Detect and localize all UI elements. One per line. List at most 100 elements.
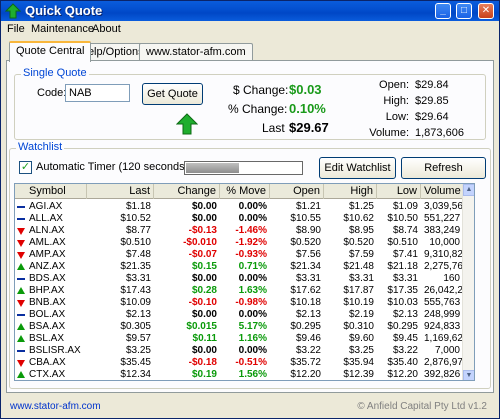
volume-value: 1,873,606 <box>415 127 464 139</box>
code-input[interactable] <box>65 84 130 102</box>
cell-volume: 10,000 <box>429 237 460 248</box>
cell-change: $0.00 <box>191 201 217 212</box>
cell-symbol: BSLISR.AX <box>29 345 81 356</box>
cell-move: 1.56% <box>238 369 267 380</box>
watchlist-table[interactable]: Symbol Last Change% Move Open High Low Volume … <box>14 183 475 381</box>
open-value: $29.84 <box>415 79 449 91</box>
up-arrow-icon <box>176 113 198 135</box>
column-header-high[interactable]: High <box>324 184 377 199</box>
cell-symbol: BDS.AX <box>29 273 66 284</box>
automatic-timer-checkbox[interactable]: ✓ <box>19 161 32 174</box>
table-row[interactable]: CBA.AX $35.45 -$0.18 -0.51% $35.72 $35.94 $35.… <box>15 357 463 369</box>
cell-low: $1.09 <box>392 201 418 212</box>
table-row[interactable]: BOL.AX $2.13 $0.00 0.00% $2.13 $2.19 $2.13 248,… <box>15 309 463 321</box>
cell-last: $9.57 <box>125 333 151 344</box>
title-bar[interactable]: Quick Quote _ □ ✕ <box>1 1 499 21</box>
table-row[interactable]: AGI.AX $1.18 $0.00 0.00% $1.21 $1.25 $1.09 3,03… <box>15 201 463 213</box>
green-up-arrow-icon <box>5 3 21 19</box>
cell-volume: 7,000 <box>434 345 460 356</box>
cell-change: -$0.10 <box>188 297 217 308</box>
minimize-button[interactable]: _ <box>435 3 451 19</box>
cell-last: $10.52 <box>120 213 151 224</box>
vertical-scrollbar[interactable]: ▲ ▼ <box>462 184 474 380</box>
table-row[interactable]: ALN.AX $8.77 -$0.13 -1.46% $8.90 $8.95 $8.74 38… <box>15 225 463 237</box>
menu-maintenance[interactable]: Maintenance <box>31 23 94 35</box>
cell-open: $3.22 <box>295 345 321 356</box>
table-row[interactable]: ALL.AX $10.52 $0.00 0.00% $10.55 $10.62 $10.50… <box>15 213 463 225</box>
cell-volume: 392,826 <box>424 369 461 380</box>
column-header-symbol[interactable]: Symbol <box>15 184 87 199</box>
get-quote-button[interactable]: Get Quote <box>142 83 203 105</box>
cell-open: $10.18 <box>290 297 321 308</box>
dollar-change-label: $ Change: <box>233 83 289 97</box>
single-quote-group: Single Quote Code: Get Quote $ Change: $… <box>14 67 486 140</box>
cell-last: $35.45 <box>120 357 151 368</box>
high-label: High: <box>383 95 409 107</box>
cell-move: -1.46% <box>235 225 267 236</box>
table-row[interactable]: CTX.AX $12.34 $0.19 1.56% $12.20 $12.39 $12.20… <box>15 369 463 380</box>
cell-change: -$0.010 <box>183 237 217 248</box>
tab-quote-central[interactable]: Quote Central <box>9 41 92 62</box>
tab-website[interactable]: www.stator-afm.com <box>139 43 253 61</box>
cell-volume: 3,039,564 <box>424 201 463 212</box>
table-row[interactable]: BDS.AX $3.31 $0.00 0.00% $3.31 $3.31 $3.31 160 <box>15 273 463 285</box>
edit-watchlist-button[interactable]: Edit Watchlist <box>319 157 396 179</box>
last-value: $29.67 <box>289 120 329 135</box>
column-header-move[interactable]: % Move <box>220 184 270 199</box>
column-header-open[interactable]: Open <box>270 184 324 199</box>
column-header-volume[interactable]: Volume <box>421 184 463 199</box>
cell-low: $2.13 <box>392 309 418 320</box>
website-link[interactable]: www.stator-afm.com <box>10 401 101 412</box>
timer-progress-bar <box>184 161 303 175</box>
column-header-change[interactable]: Change <box>154 184 220 199</box>
cell-last: $0.510 <box>120 237 151 248</box>
cell-symbol: ANZ.AX <box>29 261 66 272</box>
table-row[interactable]: BNB.AX $10.09 -$0.10 -0.98% $10.18 $10.19 $10.… <box>15 297 463 309</box>
cell-high: $7.59 <box>348 249 374 260</box>
cell-low: $12.20 <box>387 369 418 380</box>
cell-low: $3.31 <box>392 273 418 284</box>
table-row[interactable]: BHP.AX $17.43 $0.28 1.63% $17.62 $17.87 $17.35… <box>15 285 463 297</box>
menu-file[interactable]: File <box>7 23 25 35</box>
automatic-timer-label: Automatic Timer (120 seconds) <box>36 161 189 173</box>
cell-volume: 2,275,763 <box>424 261 463 272</box>
table-row[interactable]: AML.AX $0.510 -$0.010 -1.92% $0.520 $0.520 $0.… <box>15 237 463 249</box>
cell-move: 5.17% <box>238 321 267 332</box>
cell-low: $21.18 <box>387 261 418 272</box>
cell-symbol: CBA.AX <box>29 357 66 368</box>
cell-move: -1.92% <box>235 237 267 248</box>
maximize-button[interactable]: □ <box>456 3 472 19</box>
cell-change: $0.00 <box>191 309 217 320</box>
watchlist-title: Watchlist <box>16 141 65 153</box>
cell-move: 0.00% <box>238 309 267 320</box>
table-row[interactable]: AMP.AX $7.48 -$0.07 -0.93% $7.56 $7.59 $7.41 9,… <box>15 249 463 261</box>
cell-high: $21.48 <box>343 261 374 272</box>
table-row[interactable]: BSLISR.AX $3.25 $0.00 0.00% $3.22 $3.25 $3.22 7… <box>15 345 463 357</box>
cell-low: $10.50 <box>387 213 418 224</box>
cell-symbol: ALL.AX <box>29 213 63 224</box>
cell-move: -0.93% <box>235 249 267 260</box>
scroll-up-icon[interactable]: ▲ <box>463 184 474 196</box>
cell-high: $0.520 <box>343 237 374 248</box>
cell-open: $1.21 <box>295 201 321 212</box>
close-button[interactable]: ✕ <box>478 3 494 19</box>
table-row[interactable]: BSA.AX $0.305 $0.015 5.17% $0.295 $0.310 $0.29… <box>15 321 463 333</box>
cell-move: 0.00% <box>238 273 267 284</box>
cell-low: $7.41 <box>392 249 418 260</box>
cell-last: $0.305 <box>120 321 151 332</box>
cell-change: $0.00 <box>191 213 217 224</box>
scroll-down-icon[interactable]: ▼ <box>463 370 474 380</box>
open-label: Open: <box>379 79 409 91</box>
column-header-low[interactable]: Low <box>377 184 421 199</box>
column-header-last[interactable]: Last <box>87 184 154 199</box>
cell-last: $17.43 <box>120 285 151 296</box>
dollar-change-value: $0.03 <box>289 82 322 97</box>
refresh-watchlist-button[interactable]: Refresh Watchlist <box>401 157 486 194</box>
table-row[interactable]: ANZ.AX $21.35 $0.15 0.71% $21.34 $21.48 $21.18… <box>15 261 463 273</box>
last-label: Last <box>262 121 285 135</box>
single-quote-title: Single Quote <box>21 67 89 79</box>
app-window: Quick Quote _ □ ✕ File Maintenance About… <box>0 0 500 419</box>
table-row[interactable]: BSL.AX $9.57 $0.11 1.16% $9.46 $9.60 $9.45 1,16… <box>15 333 463 345</box>
cell-volume: 160 <box>443 273 460 284</box>
menu-about[interactable]: About <box>92 23 121 35</box>
